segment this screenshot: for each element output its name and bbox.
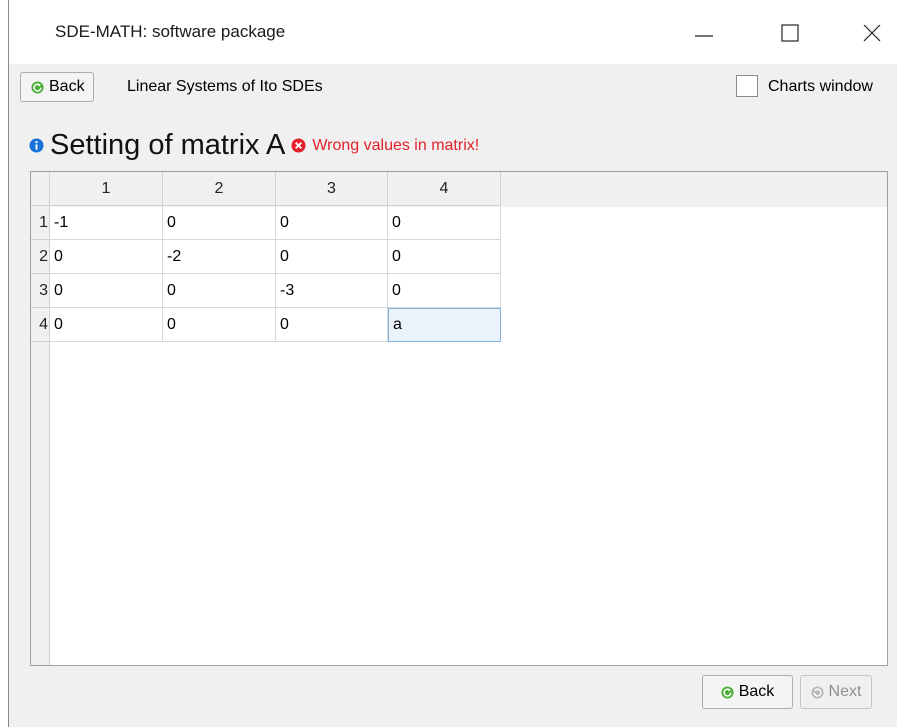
app-window: SDE-MATH: software package Back Linear S… (8, 0, 897, 727)
back-button-label: Back (738, 683, 775, 700)
section-heading: Setting of matrix A Wrong values in matr… (29, 129, 479, 162)
matrix-cell[interactable]: -3 (276, 274, 388, 308)
column-header[interactable]: 3 (276, 172, 388, 206)
back-button-label: Back (49, 78, 85, 95)
matrix-cell[interactable]: 0 (163, 308, 276, 342)
close-button[interactable] (849, 12, 895, 56)
matrix-cell[interactable]: 0 (388, 240, 501, 274)
minimize-button[interactable] (681, 12, 727, 56)
back-button-top[interactable]: Back (20, 72, 94, 102)
matrix-cell[interactable]: -1 (50, 206, 163, 240)
error-x-circle-icon (291, 138, 306, 153)
arrow-left-circle-icon (721, 685, 734, 699)
matrix-cell[interactable]: 0 (50, 240, 163, 274)
matrix-cell[interactable]: 0 (163, 274, 276, 308)
matrix-table: 1 2 3 4 1 2 3 4 -1 0 0 0 0 -2 0 0 0 0 -3… (30, 171, 888, 666)
maximize-icon (781, 24, 799, 42)
breadcrumb: Linear Systems of Ito SDEs (127, 78, 323, 95)
next-button-label: Next (828, 683, 862, 700)
column-header[interactable]: 2 (163, 172, 276, 206)
arrow-left-circle-icon (31, 80, 44, 94)
column-header[interactable]: 1 (50, 172, 163, 206)
matrix-cell-selected[interactable]: a (388, 308, 501, 342)
row-header[interactable]: 1 (31, 206, 50, 240)
charts-window-label[interactable]: Charts window (768, 78, 873, 96)
row-header[interactable]: 4 (31, 308, 50, 342)
matrix-cell[interactable]: 0 (388, 274, 501, 308)
row-header[interactable]: 2 (31, 240, 50, 274)
matrix-cell[interactable]: -2 (163, 240, 276, 274)
table-corner[interactable] (31, 172, 50, 206)
column-header[interactable]: 4 (388, 172, 501, 206)
window-title: SDE-MATH: software package (55, 22, 286, 41)
matrix-cell[interactable]: 0 (388, 206, 501, 240)
charts-window-checkbox[interactable] (736, 75, 758, 97)
matrix-cell[interactable]: 0 (50, 274, 163, 308)
close-icon (863, 24, 881, 42)
next-button[interactable]: Next (800, 675, 872, 709)
maximize-button[interactable] (767, 12, 813, 56)
arrow-right-circle-icon (811, 685, 824, 699)
error-message: Wrong values in matrix! (312, 136, 480, 154)
matrix-cell[interactable]: 0 (276, 206, 388, 240)
matrix-cell[interactable]: 0 (163, 206, 276, 240)
page-title: Setting of matrix A (50, 129, 286, 161)
matrix-cell[interactable]: 0 (276, 308, 388, 342)
matrix-cell[interactable]: 0 (276, 240, 388, 274)
row-header[interactable]: 3 (31, 274, 50, 308)
matrix-cell[interactable]: 0 (50, 308, 163, 342)
minimize-icon (695, 35, 713, 37)
info-circle-icon (29, 138, 44, 153)
back-button[interactable]: Back (702, 675, 793, 709)
title-bar: SDE-MATH: software package (9, 0, 897, 64)
